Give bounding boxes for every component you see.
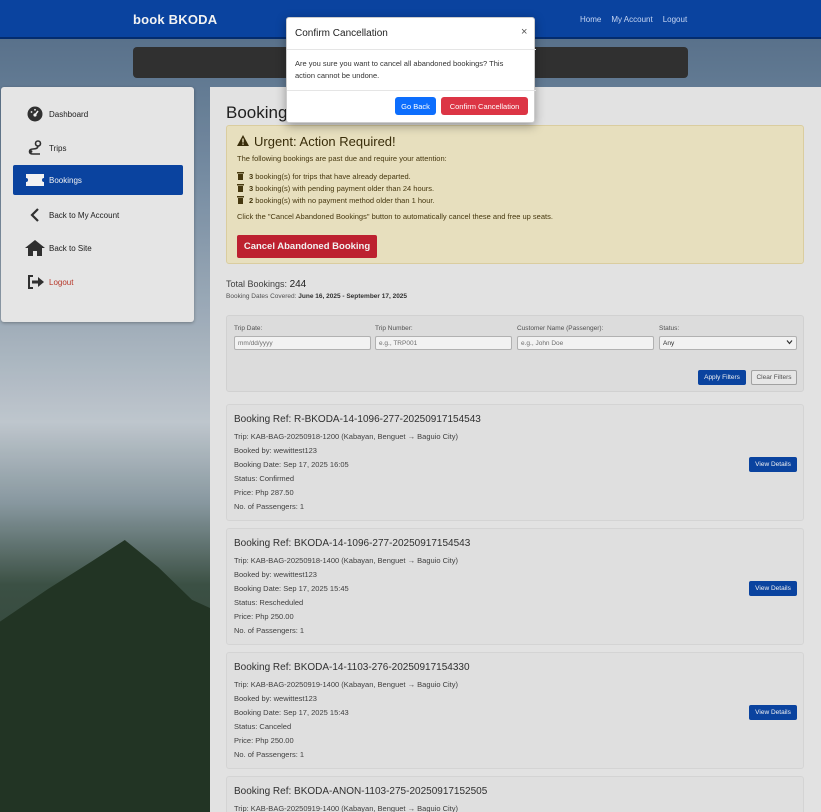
modal-divider [287,90,536,91]
modal-body: Are you sure you want to cancel all aban… [295,59,504,80]
confirm-cancellation-button[interactable]: Confirm Cancellation [441,97,528,115]
modal-divider [287,49,536,50]
close-icon[interactable]: × [521,26,527,38]
confirm-cancellation-modal: Confirm Cancellation × Are you sure you … [286,17,536,123]
go-back-button[interactable]: Go Back [395,97,436,115]
modal-title: Confirm Cancellation [295,28,388,39]
